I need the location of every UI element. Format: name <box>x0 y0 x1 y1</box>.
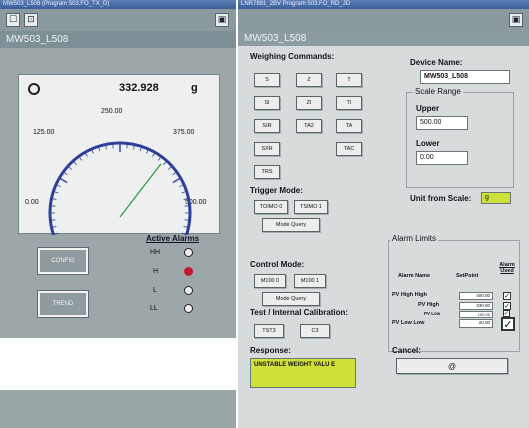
cmd-sxr-button[interactable]: SXR <box>254 142 280 156</box>
right-window: LNR7891_2BV Program 503.FO_RD_JD ▣ MW503… <box>238 0 529 428</box>
device-name-field[interactable]: MW503_L508 <box>420 70 510 84</box>
cmd-ta2-button[interactable]: TA2 <box>296 119 322 133</box>
alarm-row-name: PV High <box>418 302 440 308</box>
cmd-trs-button[interactable]: TRS <box>254 165 280 179</box>
alarm-row-setpoint[interactable]: 20.00 <box>459 319 493 328</box>
alarm-indicator-ll <box>184 304 193 313</box>
alarm-row-checkbox[interactable]: ✓ <box>501 317 515 331</box>
gauge-needle <box>119 163 162 218</box>
alarm-row-setpoint[interactable]: 330.00 <box>459 302 493 310</box>
alarm-row-name: PV Low Low <box>392 320 425 326</box>
alarm-row-setpoint[interactable]: 100.00 <box>459 311 493 318</box>
left-blank-area <box>0 338 236 390</box>
alarm-limits-legend: Alarm Limits <box>390 234 439 243</box>
trigger-mode-0-button[interactable]: TOIMO 0 <box>254 200 288 214</box>
alarm-used-header: Alarm Used <box>499 262 515 274</box>
response-label: Response: <box>250 346 291 355</box>
alarm-indicator-l <box>184 286 193 295</box>
alarm-row-checkbox[interactable]: ✓ <box>503 310 510 317</box>
print-icon[interactable]: ▣ <box>215 13 229 27</box>
cmd-s-button[interactable]: S <box>254 73 280 87</box>
alarm-row-name: PV High High <box>392 292 427 298</box>
alarm-label-h: H <box>153 268 159 275</box>
tst3-button[interactable]: TST3 <box>254 324 284 338</box>
unit-from-scale-label: Unit from Scale: <box>410 194 472 203</box>
alarm-name-header: Alarm Name <box>398 273 431 279</box>
weighing-commands-title: Weighing Commands: <box>250 52 335 61</box>
setpoint-header: SetPoint <box>456 273 479 279</box>
alarm-label-hh: HH <box>150 249 161 256</box>
c3-button[interactable]: C3 <box>300 324 330 338</box>
cancel-label: Cancel: <box>392 346 421 355</box>
cmd-ta-button[interactable]: TA <box>336 119 362 133</box>
left-device-header: MW503_L508 <box>0 31 236 48</box>
alarm-indicator-hh <box>184 248 193 257</box>
scale-range-legend: Scale Range <box>413 87 463 96</box>
control-mode-title: Control Mode: <box>250 260 305 269</box>
gauge-ticks <box>50 143 190 235</box>
alarm-row-name: PV Low <box>424 311 441 316</box>
left-footer <box>0 390 236 428</box>
cmd-z-button[interactable]: Z <box>296 73 322 87</box>
window-icon[interactable]: ☐ <box>6 13 20 27</box>
response-field: UNSTABLE WEIGHT VALU E <box>250 358 356 388</box>
trigger-mode-title: Trigger Mode: <box>250 186 303 195</box>
cmd-t-button[interactable]: T <box>336 73 362 87</box>
active-alarms-title: Active Alarms <box>146 234 200 243</box>
alarm-row-setpoint[interactable]: 400.00 <box>459 292 493 300</box>
trend-icon[interactable]: ⊡ <box>24 13 38 27</box>
left-window-title: MW503_L508 (Program 503.FO_TX_D) <box>0 0 236 9</box>
gauge-dial <box>48 141 192 235</box>
left-toolbar: ☐ ⊡ ▣ <box>0 9 236 31</box>
cmd-tac-button[interactable]: TAC <box>336 142 362 156</box>
cancel-button[interactable]: @ <box>396 358 508 374</box>
cmd-zi-button[interactable]: ZI <box>296 96 322 110</box>
upper-field[interactable]: 500.00 <box>416 116 468 130</box>
alarm-indicator-h <box>184 267 193 276</box>
right-device-header: MW503_L508 <box>238 31 529 46</box>
control-mode-0-button[interactable]: M100 0 <box>254 274 286 288</box>
gauge-arc <box>48 141 192 235</box>
trigger-mode-1-button[interactable]: TSIMO 1 <box>294 200 328 214</box>
config-button[interactable]: CONFIG <box>38 248 88 274</box>
trigger-mode-query-button[interactable]: Mode Query <box>262 218 320 232</box>
alarm-label-ll: LL <box>150 305 158 312</box>
lower-label: Lower <box>416 139 440 148</box>
gauge-panel: 332.928 g 250.00 125.00 375.00 0.00 500.… <box>18 74 220 235</box>
cmd-si-button[interactable]: SI <box>254 96 280 110</box>
left-body: 332.928 g 250.00 125.00 375.00 0.00 500.… <box>0 48 236 338</box>
alarm-row-checkbox[interactable]: ✓ <box>503 302 511 310</box>
trend-button[interactable]: TREND <box>38 291 88 317</box>
print-icon[interactable]: ▣ <box>509 13 523 27</box>
left-window: MW503_L508 (Program 503.FO_TX_D) ☐ ⊡ ▣ M… <box>0 0 236 428</box>
device-name-label: Device Name: <box>410 58 463 67</box>
control-mode-query-button[interactable]: Mode Query <box>262 292 320 306</box>
upper-label: Upper <box>416 104 440 113</box>
lower-field[interactable]: 0.00 <box>416 151 468 165</box>
alarm-label-l: L <box>153 287 157 294</box>
cmd-sir-button[interactable]: SIR <box>254 119 280 133</box>
test-calibration-title: Test / Internal Calibration: <box>250 308 349 317</box>
cmd-ti-button[interactable]: TI <box>336 96 362 110</box>
right-toolbar: ▣ <box>238 9 529 31</box>
right-window-title: LNR7891_2BV Program 503.FO_RD_JD <box>238 0 529 9</box>
alarm-row-checkbox[interactable]: ✓ <box>503 292 511 300</box>
control-mode-1-button[interactable]: M100 1 <box>294 274 326 288</box>
unit-from-scale-field: g <box>481 192 511 204</box>
